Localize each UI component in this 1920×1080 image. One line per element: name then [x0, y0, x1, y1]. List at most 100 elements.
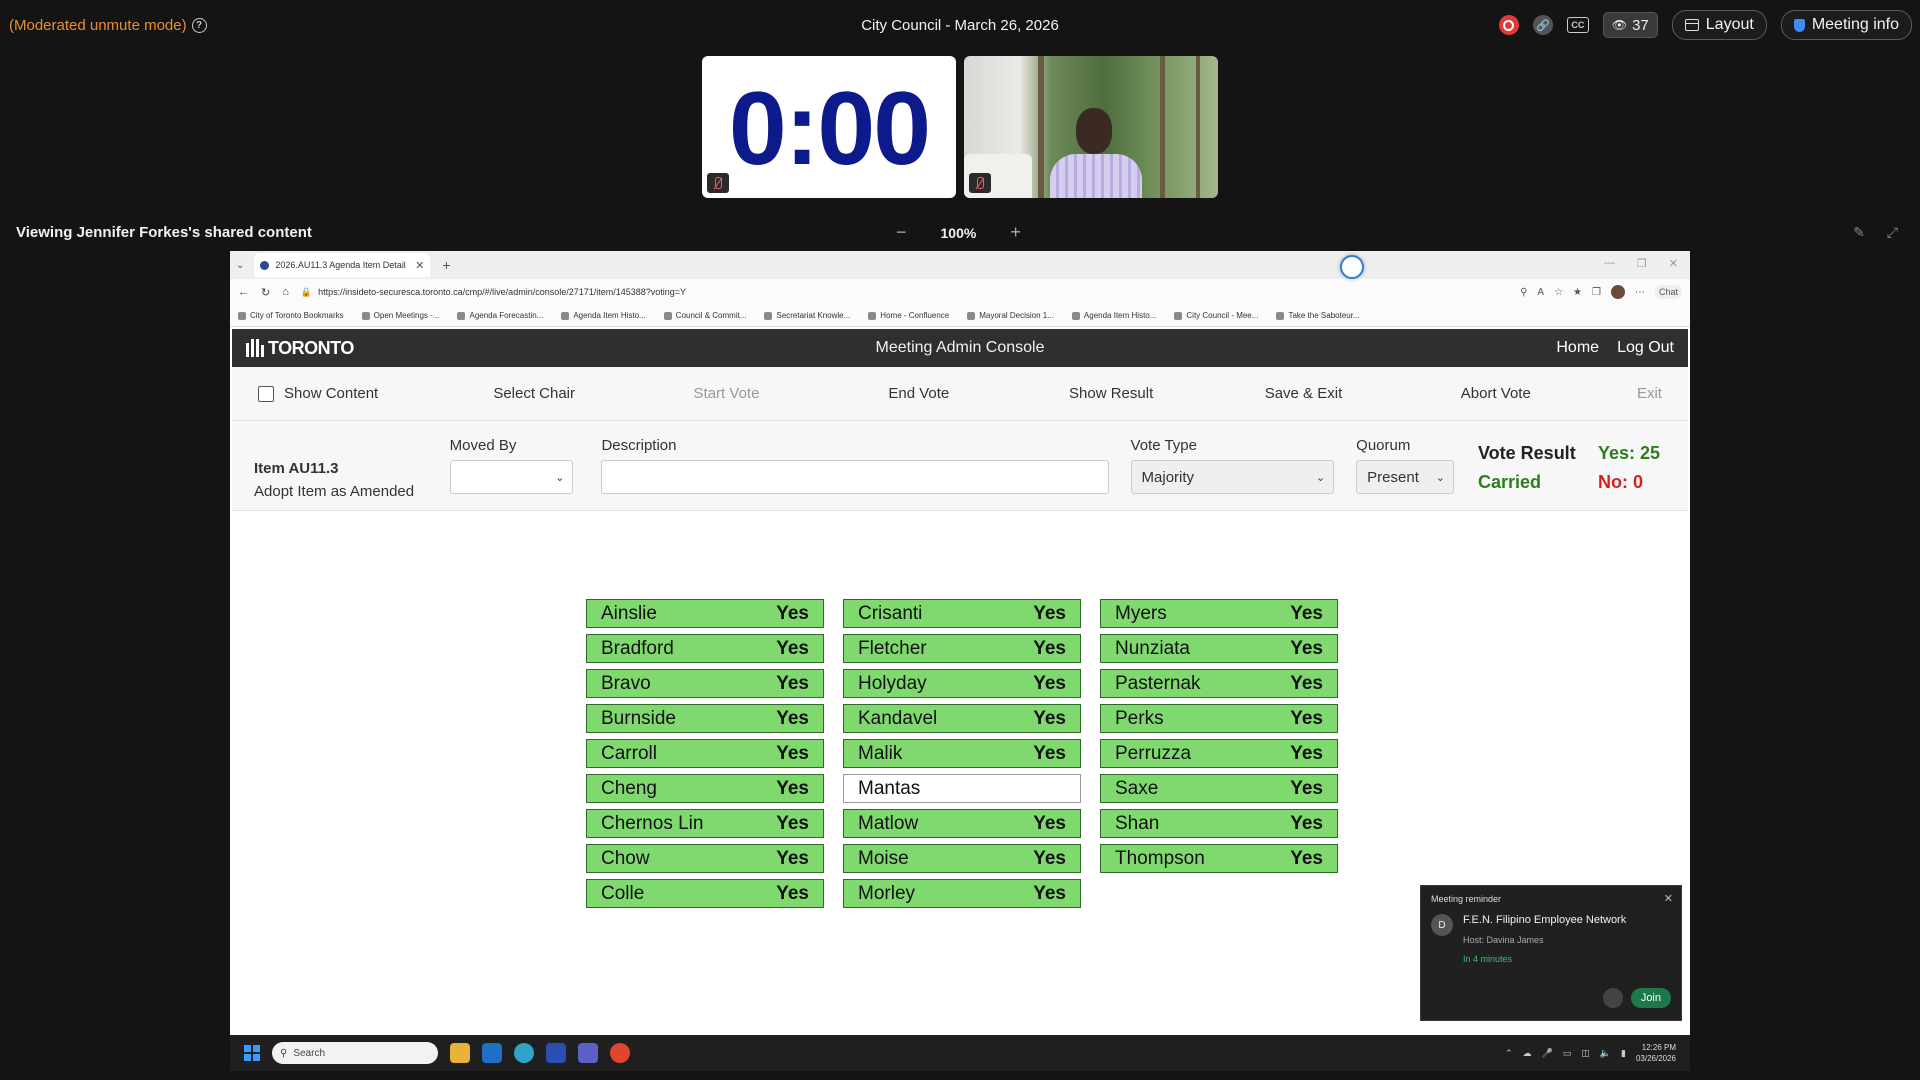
- link-icon[interactable]: 🔗: [1532, 15, 1553, 35]
- zoom-out-button[interactable]: −: [896, 222, 907, 243]
- close-window-icon[interactable]: ✕: [1669, 257, 1678, 270]
- meeting-actions: 🔗 CC 👁 37 Layout Meeting info: [1498, 10, 1912, 40]
- taskbar-search[interactable]: ⚲ Search: [272, 1042, 438, 1064]
- save-exit-button[interactable]: Save & Exit: [1207, 385, 1399, 402]
- favorites-icon[interactable]: ★: [1573, 287, 1582, 298]
- bookmark-item[interactable]: Secretariat Knowle...: [764, 311, 850, 320]
- bookmark-item[interactable]: Agenda Item Histo...: [1072, 311, 1156, 320]
- logout-link[interactable]: Log Out: [1617, 339, 1674, 357]
- join-button[interactable]: Join: [1630, 988, 1671, 1008]
- councillor-name: Colle: [601, 882, 645, 904]
- back-icon[interactable]: ←: [238, 286, 249, 298]
- taskbar-clock[interactable]: 12:26 PM 03/26/2026: [1636, 1042, 1676, 1064]
- new-tab-icon[interactable]: +: [442, 257, 450, 273]
- bookmark-item[interactable]: Mayoral Decision 1...: [967, 311, 1054, 320]
- minimize-icon[interactable]: —: [1604, 257, 1615, 270]
- select-chair-button[interactable]: Select Chair: [438, 385, 630, 402]
- browser-tabstrip: ⌄ 2026.AU11.3 Agenda Item Detail ✕ + — ❐…: [230, 251, 1690, 279]
- volume-icon[interactable]: 🔈: [1600, 1048, 1611, 1059]
- network-icon[interactable]: ▮: [1621, 1048, 1626, 1059]
- start-vote-button[interactable]: Start Vote: [630, 385, 822, 402]
- tab-close-icon[interactable]: ✕: [415, 259, 424, 272]
- participant-video-tile[interactable]: [964, 56, 1218, 198]
- tab-list-icon[interactable]: ⌄: [236, 260, 244, 271]
- windows-taskbar: ⚲ Search ⌃ ☁ 🎤 ▭ ◫ 🔈 ▮ 12:26 PM 03/26/20…: [230, 1035, 1690, 1071]
- home-icon[interactable]: ⌂: [282, 286, 289, 298]
- home-link[interactable]: Home: [1556, 339, 1599, 357]
- vote-status: Carried: [1478, 472, 1542, 492]
- bookmark-item[interactable]: Agenda Item Histo...: [561, 311, 645, 320]
- closed-captions-icon[interactable]: CC: [1566, 17, 1589, 33]
- bookmark-item[interactable]: Open Meetings -...: [362, 311, 440, 320]
- browser-tab[interactable]: 2026.AU11.3 Agenda Item Detail ✕: [254, 253, 431, 277]
- read-aloud-icon[interactable]: A: [1537, 287, 1544, 298]
- participants-button[interactable]: 👁 37: [1602, 12, 1658, 38]
- vote-value: Yes: [776, 847, 809, 869]
- tray-chevron-icon[interactable]: ⌃: [1505, 1048, 1513, 1059]
- display-icon[interactable]: ◫: [1581, 1048, 1590, 1059]
- zoom-in-button[interactable]: +: [1010, 222, 1021, 243]
- url-field[interactable]: 🔒 https://insideto-securesca.toronto.ca/…: [301, 287, 1508, 298]
- bookmark-item[interactable]: Council & Commit...: [664, 311, 747, 320]
- close-icon[interactable]: ✕: [1664, 892, 1673, 905]
- moved-by-select[interactable]: ⌄: [449, 460, 574, 494]
- bookmark-item[interactable]: City of Toronto Bookmarks: [238, 311, 344, 320]
- layout-button[interactable]: Layout: [1671, 10, 1767, 40]
- shared-screen: ⌄ 2026.AU11.3 Agenda Item Detail ✕ + — ❐…: [230, 251, 1690, 1071]
- councillor-name: Bravo: [601, 672, 651, 694]
- toronto-logo[interactable]: TORONTO: [246, 338, 354, 359]
- vote-cell: Carroll Yes: [586, 739, 824, 768]
- vote-result-panel: Vote Result Yes: 25 Carried No: 0: [1478, 437, 1668, 493]
- vote-value: Yes: [1033, 637, 1066, 659]
- bookmark-item[interactable]: Home - Confluence: [868, 311, 949, 320]
- battery-icon[interactable]: ▭: [1563, 1048, 1572, 1059]
- file-explorer-icon[interactable]: [450, 1043, 470, 1063]
- microphone-icon[interactable]: 🎤: [1542, 1048, 1553, 1059]
- abort-vote-button[interactable]: Abort Vote: [1400, 385, 1592, 402]
- vote-value: Yes: [1290, 707, 1323, 729]
- vote-value: Yes: [776, 602, 809, 624]
- end-vote-button[interactable]: End Vote: [823, 385, 1015, 402]
- bookmark-item[interactable]: Take the Saboteur...: [1276, 311, 1359, 320]
- teams-icon[interactable]: [578, 1043, 598, 1063]
- annotate-icon[interactable]: ✎: [1853, 224, 1865, 241]
- favorite-star-icon[interactable]: ☆: [1554, 287, 1563, 298]
- chrome-icon[interactable]: [610, 1043, 630, 1063]
- vote-value: Yes: [776, 812, 809, 834]
- onedrive-icon[interactable]: ☁: [1523, 1048, 1532, 1059]
- zoom-icon[interactable]: ⚲: [1520, 287, 1527, 298]
- webex-icon[interactable]: [546, 1043, 566, 1063]
- background-tree: [1196, 56, 1200, 198]
- timer-tile[interactable]: 0:00: [702, 56, 956, 198]
- outlook-icon[interactable]: [482, 1043, 502, 1063]
- bookmark-item[interactable]: Agenda Forecastin...: [457, 311, 543, 320]
- restore-icon[interactable]: ❐: [1637, 257, 1647, 270]
- reminder-time: In 4 minutes: [1463, 954, 1513, 964]
- show-content-toggle[interactable]: Show Content: [258, 385, 438, 402]
- edge-icon[interactable]: [514, 1043, 534, 1063]
- record-icon[interactable]: [1498, 15, 1519, 35]
- windows-start-icon[interactable]: [244, 1045, 260, 1061]
- reload-icon[interactable]: ↻: [261, 286, 270, 299]
- vote-type-select[interactable]: Majority ⌄: [1130, 460, 1335, 494]
- collections-icon[interactable]: ❐: [1592, 287, 1601, 298]
- quorum-select[interactable]: Present ⌄: [1356, 460, 1454, 494]
- fullscreen-icon[interactable]: ⤢: [1887, 224, 1898, 241]
- show-content-checkbox[interactable]: [258, 385, 274, 402]
- bookmark-item[interactable]: City Council - Mee...: [1174, 311, 1258, 320]
- snooze-icon[interactable]: [1602, 988, 1623, 1008]
- description-input[interactable]: [601, 460, 1109, 494]
- tab-title: 2026.AU11.3 Agenda Item Detail: [275, 260, 406, 270]
- more-icon[interactable]: ⋯: [1635, 287, 1645, 298]
- shared-content-label: Viewing Jennifer Forkes's shared content: [16, 224, 312, 241]
- copilot-chat-button[interactable]: Chat: [1654, 285, 1682, 299]
- profile-avatar[interactable]: [1610, 285, 1625, 299]
- vote-cell: Shan Yes: [1100, 809, 1338, 838]
- copilot-icon[interactable]: [1340, 255, 1364, 279]
- meeting-info-button[interactable]: Meeting info: [1780, 10, 1912, 40]
- councillor-name: Myers: [1115, 602, 1167, 624]
- show-result-button[interactable]: Show Result: [1015, 385, 1207, 402]
- browser-address-bar: ← ↻ ⌂ 🔒 https://insideto-securesca.toron…: [230, 279, 1690, 305]
- reminder-body: D F.E.N. Filipino Employee Network Host:…: [1431, 914, 1671, 964]
- exit-button[interactable]: Exit: [1592, 385, 1662, 402]
